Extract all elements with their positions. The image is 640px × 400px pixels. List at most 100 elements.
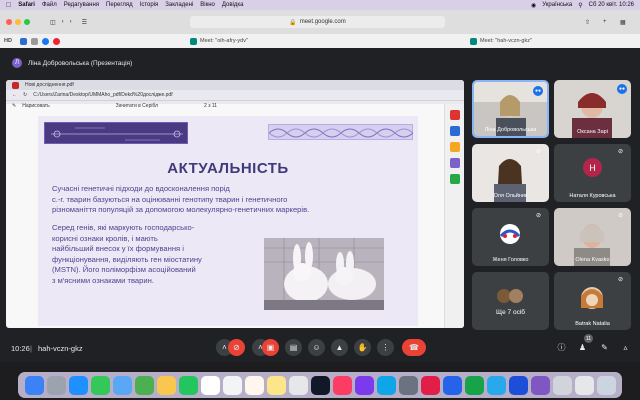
slide-dna-banner-left — [44, 122, 188, 144]
raise-hand-button[interactable]: ✋ — [354, 339, 371, 356]
safari-icon[interactable] — [68, 375, 88, 395]
captions-button[interactable]: ▤ — [285, 339, 302, 356]
document-stack-icon[interactable] — [574, 375, 594, 395]
app-icon[interactable] — [420, 375, 440, 395]
close-window-button[interactable] — [6, 19, 12, 25]
downloads-stack-icon[interactable] — [552, 375, 572, 395]
participant-tile[interactable]: ⊘ Batrak Natalia — [554, 272, 631, 330]
participant-tile[interactable]: ⊘ Olena Kvasko — [554, 208, 631, 266]
participant-tile[interactable]: ●● Оксана Зарі — [554, 80, 631, 138]
bluetooth-icon[interactable] — [508, 375, 528, 395]
bookmark-favicon[interactable] — [52, 37, 60, 45]
read-aloud-button[interactable]: Зачитати в Серібл — [116, 103, 158, 109]
menu-bookmarks[interactable]: Закладені — [165, 2, 193, 8]
pdf-icon — [12, 81, 19, 89]
excel-icon[interactable] — [464, 375, 484, 395]
end-call-button[interactable]: ☎ — [402, 339, 426, 356]
page-indicator: 2 з 11 — [204, 102, 218, 109]
mail-icon[interactable] — [112, 375, 132, 395]
forward-icon[interactable]: › — [70, 19, 72, 25]
new-tab-icon[interactable]: + — [603, 19, 607, 25]
photos-icon[interactable] — [156, 375, 176, 395]
camera-off-button[interactable]: ▣ — [262, 339, 279, 356]
back-icon[interactable]: ← — [12, 92, 17, 98]
pdf-tool-icon[interactable] — [450, 158, 460, 168]
participant-name: Оля Ольйник — [493, 193, 528, 199]
menu-edit[interactable]: Редагування — [64, 2, 99, 8]
keyboard-layout[interactable]: Українська — [542, 2, 572, 8]
reload-icon[interactable]: ↻ — [23, 92, 27, 98]
facebook-icon[interactable] — [41, 37, 49, 45]
pdf-tool-icon[interactable] — [450, 126, 460, 136]
participant-tile[interactable]: ⊘ Оля Ольйник — [472, 144, 549, 202]
bookmark-favicon[interactable] — [30, 37, 38, 45]
maps-icon[interactable] — [134, 375, 154, 395]
calendar-icon[interactable] — [200, 375, 220, 395]
pdf-tool-icon[interactable] — [450, 142, 460, 152]
freeform-icon[interactable] — [288, 375, 308, 395]
apple-tv-icon[interactable] — [310, 375, 330, 395]
browser-tab-2[interactable]: Meet: "hah-vczn-gkz" — [470, 34, 532, 48]
bookmark-hd[interactable]: HD — [0, 38, 16, 44]
minimize-window-button[interactable] — [15, 19, 21, 25]
telegram-icon[interactable] — [486, 375, 506, 395]
info-icon[interactable]: ⓘ — [553, 339, 570, 356]
menu-view[interactable]: Перегляд — [106, 2, 133, 8]
participant-count-badge: 11 — [584, 334, 593, 343]
menu-file[interactable]: Файл — [42, 2, 57, 8]
browser-tab-1[interactable]: Meet: "oih-afry-ydv" — [190, 34, 248, 48]
participant-name: Ліна Добровольська — [484, 127, 537, 133]
contacts-icon[interactable] — [222, 375, 242, 395]
menu-window[interactable]: Вікно — [200, 2, 215, 8]
search-icon[interactable]: ⚲ — [578, 2, 582, 9]
text-line: функціонування, виділяють ген міостатину — [52, 254, 202, 264]
slide-paragraph-2: Серед генів, які маркують господарсько- … — [52, 223, 202, 287]
facetime-icon[interactable] — [178, 375, 198, 395]
bookmark-favicon[interactable] — [19, 37, 27, 45]
menu-safari[interactable]: Safari — [18, 2, 35, 8]
app-store-icon[interactable] — [376, 375, 396, 395]
notes-icon[interactable] — [266, 375, 286, 395]
url-text: meet.google.com — [299, 19, 346, 25]
more-participants-avatars — [497, 289, 523, 303]
chat-icon[interactable]: ✎ — [596, 339, 613, 356]
pdf-tool-icon[interactable] — [450, 174, 460, 184]
sidebar-icon[interactable]: ◫ — [50, 19, 56, 26]
trash-icon[interactable] — [596, 375, 616, 395]
present-button[interactable]: ▲ — [331, 339, 348, 356]
back-icon[interactable]: ‹ — [62, 19, 64, 25]
podcasts-icon[interactable] — [354, 375, 374, 395]
pdf-tool-icon[interactable] — [450, 110, 460, 120]
more-options-button[interactable]: ⋮ — [377, 339, 394, 356]
activities-icon[interactable]: ▵ — [617, 339, 634, 356]
menu-help[interactable]: Довідка — [222, 2, 244, 8]
wifi-icon[interactable]: ◉ — [531, 2, 536, 9]
emoji-button[interactable]: ☺ — [308, 339, 325, 356]
finder-icon[interactable] — [24, 375, 44, 395]
pdf-tab-title[interactable]: Нові досліднення.pdf — [25, 82, 74, 88]
word-icon[interactable] — [442, 375, 462, 395]
participant-tile-more[interactable]: Ще 7 осіб — [472, 272, 549, 330]
tab-overview-icon[interactable]: ▦ — [620, 19, 626, 26]
participant-tile[interactable]: ⊘ Женя Головко — [472, 208, 549, 266]
draw-icon[interactable]: ✎ — [12, 103, 16, 109]
reader-icon[interactable]: ☰ — [82, 19, 87, 26]
participant-tile[interactable]: Н ⊘ Наталя Куровська — [554, 144, 631, 202]
participant-tile[interactable]: ●● Ліна Добровольська — [472, 80, 549, 138]
draw-button[interactable]: Нарисовать — [22, 103, 49, 109]
address-bar[interactable]: 🔒 meet.google.com — [190, 16, 445, 28]
viber-icon[interactable] — [530, 375, 550, 395]
launchpad-icon[interactable] — [46, 375, 66, 395]
mic-off-button[interactable]: ⊘ — [228, 339, 245, 356]
file-path[interactable]: C:/Users/Zarina/Desktop/UMMAho_pdf/Dekd%… — [33, 92, 172, 98]
zoom-window-button[interactable] — [24, 19, 30, 25]
apple-icon[interactable]:  — [6, 2, 11, 9]
reminders-icon[interactable] — [244, 375, 264, 395]
menu-history[interactable]: Історія — [140, 2, 159, 8]
share-icon[interactable]: ⇧ — [585, 19, 590, 26]
music-icon[interactable] — [332, 375, 352, 395]
messages-icon[interactable] — [90, 375, 110, 395]
clock[interactable]: Сб 20 квіт. 10:26 — [589, 2, 634, 8]
settings-icon[interactable] — [398, 375, 418, 395]
text-line: Сучасні генетичні підходи до вдосконален… — [52, 184, 230, 193]
